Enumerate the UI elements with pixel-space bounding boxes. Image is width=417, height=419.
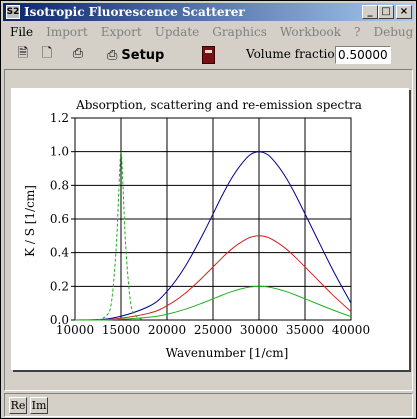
x-tick-label: 40000 [332,323,370,337]
real-part-button[interactable]: Re [9,397,27,414]
menu-graphics[interactable]: Graphics [205,25,273,39]
menu-debug[interactable]: Debug [366,25,417,39]
title-bar[interactable]: S2 Isotropic Fluorescence Scatterer _ □ … [3,3,414,21]
print-setup-icon: ⎙ [107,47,118,63]
menu-workbook[interactable]: Workbook [273,25,347,39]
setup-label: Setup [121,47,165,63]
y-tick-label: 0.4 [50,246,69,260]
menu-update[interactable]: Update [148,25,206,39]
window-controls: _ □ × [362,5,412,19]
y-tick-label: 0.8 [50,178,69,192]
spectra-chart: 10000 15000 20000 25000 30000 35000 400000.00.… [23,98,370,360]
app-window: S2 Isotropic Fluorescence Scatterer _ □ … [0,0,417,419]
window-title: Isotropic Fluorescence Scatterer [24,5,245,19]
y-tick-label: 1.0 [50,145,69,159]
x-tick-label: 30000 [240,323,278,337]
y-tick-label: 0.2 [50,279,69,293]
new-document-icon[interactable]: 🗎 [15,46,31,62]
x-tick-label: 35000 [286,323,324,337]
chart-area: 10000 15000 20000 25000 30000 35000 40000 0.0 0.… [4,69,413,391]
x-axis-label: Wavenumber [1/cm] [166,346,289,360]
plot-panel: 10000 15000 20000 25000 30000 35000 40000 0.0 0.… [11,88,409,370]
maximize-button[interactable]: □ [378,5,394,19]
app-icon[interactable]: S2 [6,5,20,19]
minimize-button[interactable]: _ [362,5,378,19]
volume-fraction-input[interactable]: 0.50000 [335,46,391,64]
close-button[interactable]: × [396,5,412,19]
volume-fraction-label: Volume fraction: [246,47,347,61]
print-icon[interactable]: ⎙ [70,46,86,62]
imaginary-part-button[interactable]: Im [30,397,48,414]
menu-file[interactable]: File [3,25,39,39]
y-tick-label: 0.0 [50,313,69,327]
print-setup-button[interactable]: ⎙ Setup [107,45,164,65]
toolbar: 🗎 🗋 ⎙ ⎙ Setup Volume fraction: 0.50000 [3,43,414,67]
open-document-icon[interactable]: 🗋 [39,46,55,62]
menu-help[interactable]: ? [347,25,366,39]
x-tick-label: 20000 [148,323,186,337]
y-tick-label: 0.6 [50,212,69,226]
chart-title: Absorption, scattering and re-emission s… [75,98,362,112]
menu-bar: File Import Export Update Graphics Workb… [3,23,414,41]
device-icon[interactable] [202,46,215,64]
x-tick-label: 25000 [194,323,232,337]
y-axis-label: K / S [1/cm] [23,185,37,257]
menu-export[interactable]: Export [94,25,148,39]
menu-import[interactable]: Import [39,25,94,39]
x-tick-label: 15000 [102,323,140,337]
status-bar: Re Im [4,393,413,417]
y-tick-label: 1.2 [50,111,69,125]
